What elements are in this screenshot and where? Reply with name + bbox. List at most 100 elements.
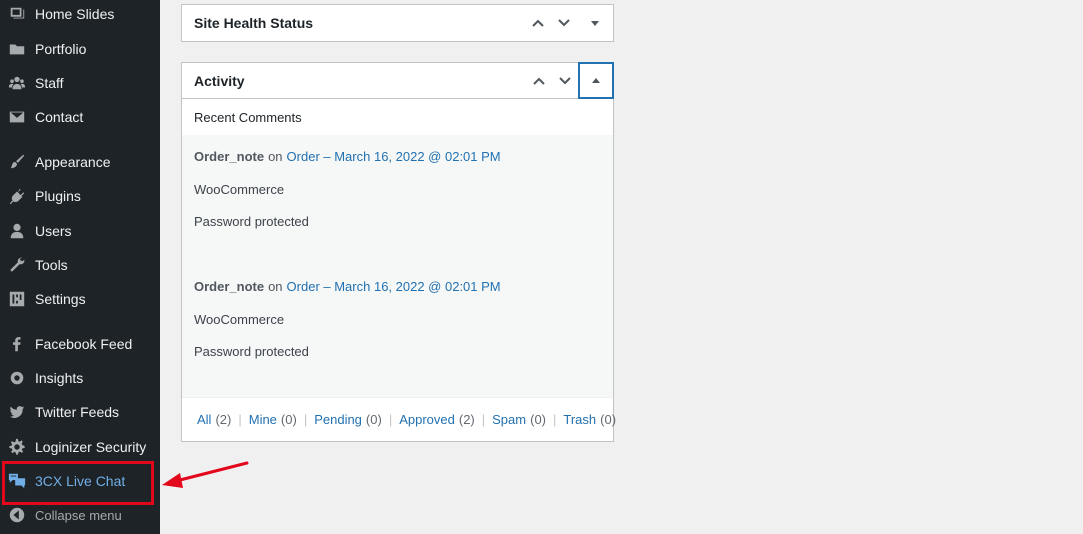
plugin-icon [7,186,27,206]
home-slides-icon [7,4,27,24]
wrench-icon [7,255,27,275]
comment-text: Password protected [194,213,309,229]
sidebar-item-insights[interactable]: Insights [0,361,160,395]
comment-filter-links: All (2) | Mine (0) | Pending (0) | Approved… [182,397,616,441]
sidebar-item-settings[interactable]: Settings [0,282,160,316]
postbox-title: Activity [194,72,245,89]
filter-label: Mine [248,412,277,427]
gear-icon [7,437,27,457]
paintbrush-icon [7,152,27,172]
comment-post-link[interactable]: Order – March 16, 2022 @ 02:01 PM [287,149,501,164]
sidebar-item-label: Settings [35,291,86,307]
sidebar-item-label: Home Slides [35,6,115,22]
sidebar-item-label: Staff [35,75,64,91]
sidebar-item-label: Plugins [35,188,81,204]
filter-count: (0) [365,412,382,427]
admin-sidebar: Home Slides Portfolio Staff Contact Appe… [0,0,160,534]
settings-icon [7,289,27,309]
sidebar-item-appearance[interactable]: Appearance [0,145,160,179]
insights-icon [7,368,27,388]
chevron-down-icon [559,76,571,84]
user-icon [7,221,27,241]
comment-meta: Order_note on Order – March 16, 2022 @ 0… [194,146,613,167]
folder-icon [7,39,27,59]
comment-on-text: on [268,149,283,164]
chevron-down-icon [558,19,570,27]
postbox-header: Activity [182,61,614,99]
chevron-up-icon [532,19,544,27]
collapse-menu-button[interactable]: Collapse menu [0,498,160,532]
sidebar-item-label: Portfolio [35,41,87,57]
sidebar-item-label: Tools [35,257,68,273]
comments-list: Order_note on Order – March 16, 2022 @ 0… [182,135,613,397]
postbox-header: Site Health Status [182,5,613,41]
filter-label: Approved [399,412,455,427]
filter-label: Spam [492,412,527,427]
sidebar-item-label: Insights [35,370,84,386]
sidebar-item-label: Appearance [35,154,111,170]
toggle-panel-button[interactable] [577,5,613,41]
filter-trash-link[interactable]: Trash (0) [563,412,616,427]
move-down-button[interactable] [551,5,577,41]
sidebar-item-label: Users [35,223,72,239]
activity-postbox: Activity Recent Comments Order_note on O… [181,61,616,442]
separator: | [481,412,486,427]
collapse-icon [7,505,27,525]
groups-icon [7,73,27,93]
postbox-title: Site Health Status [194,15,314,31]
sidebar-item-portfolio[interactable]: Portfolio [0,32,160,66]
sidebar-item-users[interactable]: Users [0,214,160,248]
caret-up-icon [592,77,600,83]
sidebar-item-home-slides[interactable]: Home Slides [0,0,160,31]
comment-on-text: on [268,279,283,294]
filter-count: (2) [458,412,475,427]
sidebar-item-label: 3CX Live Chat [35,473,126,489]
comment-author: Order_note [194,149,265,164]
separator: | [388,412,393,427]
recent-comments-heading: Recent Comments [182,99,613,135]
chevron-up-icon [533,77,545,85]
sidebar-item-contact[interactable]: Contact [0,100,160,134]
comment-item: Order_note on Order – March 16, 2022 @ 0… [182,135,613,231]
comment-text: WooCommerce [194,311,285,327]
caret-down-icon [591,20,599,26]
handle-actions [525,5,613,41]
comment-post-link[interactable]: Order – March 16, 2022 @ 02:01 PM [287,279,501,294]
handle-actions [526,61,614,99]
sidebar-item-label: Twitter Feeds [35,404,120,420]
chat-bubbles-icon [7,471,27,491]
filter-count: (0) [280,412,297,427]
move-down-button[interactable] [552,63,578,99]
sidebar-item-label: Loginizer Security [35,439,147,455]
facebook-icon [7,334,27,354]
filter-count: (0) [600,412,617,427]
sidebar-item-3cx-live-chat[interactable]: 3CX Live Chat [0,464,160,498]
pointer-arrow [162,461,249,488]
move-up-button[interactable] [525,5,551,41]
comment-text: Password protected [194,343,309,359]
filter-approved-link[interactable]: Approved (2) [399,412,475,427]
sidebar-item-plugins[interactable]: Plugins [0,179,160,213]
filter-all-link[interactable]: All (2) [197,412,231,427]
filter-count: (2) [215,412,232,427]
separator: | [553,412,557,427]
twitter-icon [7,402,27,422]
filter-pending-link[interactable]: Pending (0) [314,412,382,427]
sidebar-item-facebook-feed[interactable]: Facebook Feed [0,327,160,361]
sidebar-item-staff[interactable]: Staff [0,66,160,100]
filter-mine-link[interactable]: Mine (0) [249,412,297,427]
sidebar-item-label: Facebook Feed [35,336,133,352]
comment-author: Order_note [194,279,265,294]
sidebar-item-twitter-feeds[interactable]: Twitter Feeds [0,395,160,429]
filter-label: Pending [314,412,362,427]
filter-label: Trash [563,412,597,427]
comment-meta: Order_note on Order – March 16, 2022 @ 0… [194,276,613,297]
sidebar-item-label: Contact [35,109,84,125]
filter-spam-link[interactable]: Spam (0) [492,412,546,427]
separator: | [303,412,308,427]
toggle-panel-button[interactable] [578,61,614,99]
sidebar-item-tools[interactable]: Tools [0,248,160,282]
filter-label: All [197,412,212,427]
move-up-button[interactable] [526,63,552,99]
sidebar-item-loginizer-security[interactable]: Loginizer Security [0,430,160,464]
